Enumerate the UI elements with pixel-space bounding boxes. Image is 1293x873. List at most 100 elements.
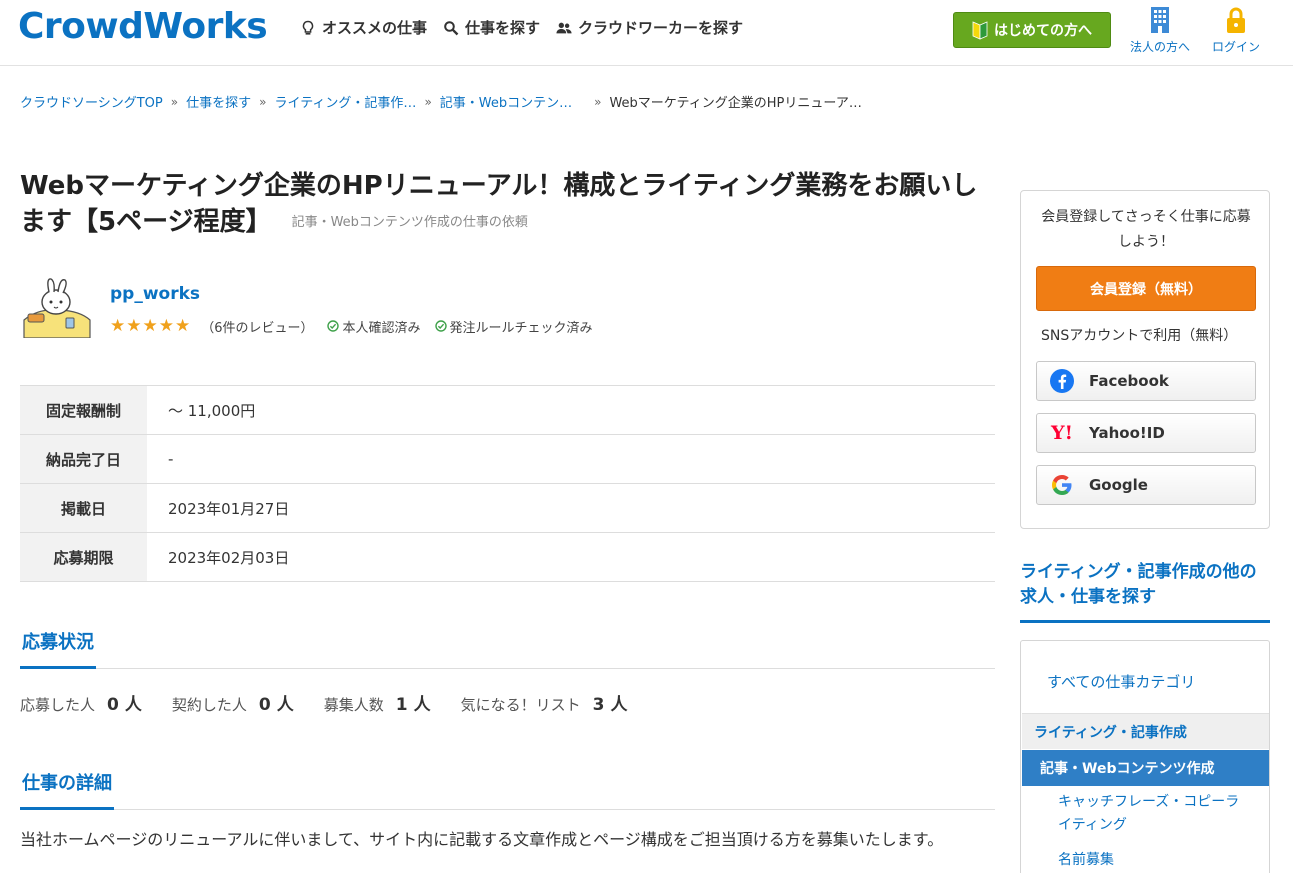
breadcrumb-separator: » <box>259 94 267 109</box>
stat-unit: 人 <box>276 695 294 715</box>
login-link[interactable]: ログイン <box>1212 6 1260 55</box>
site-header: CrowdWorks オススメの仕事 仕事を探す クラウドワーカーを探す はじめ… <box>0 0 1293 66</box>
verified-label: 本人確認済み <box>342 320 421 336</box>
info-label: 応募期限 <box>20 533 147 581</box>
info-value: 〜 11,000円 <box>168 401 256 420</box>
nav-find-workers[interactable]: クラウドワーカーを探す <box>556 17 743 38</box>
stat-watchlist: 気になる！リスト 3 人 <box>461 690 628 715</box>
sns-text: SNSアカウントで利用（無料） <box>1041 328 1238 344</box>
rating-stars: ★★★★★ <box>110 316 192 336</box>
first-time-button[interactable]: はじめての方へ <box>953 12 1111 48</box>
breadcrumb: クラウドソーシングTOP » 仕事を探す » ライティング・記事作… » 記事・… <box>20 92 862 112</box>
stat-unit: 人 <box>610 695 628 715</box>
search-icon <box>444 20 459 35</box>
nav-recommended-jobs[interactable]: オススメの仕事 <box>300 17 427 38</box>
register-button[interactable]: 会員登録（無料） <box>1036 266 1256 311</box>
users-icon <box>556 22 572 33</box>
identity-verified-badge: 本人確認済み <box>327 317 421 336</box>
category-web-content-active[interactable]: 記事・Webコンテンツ作成 <box>1022 750 1269 786</box>
stat-unit: 人 <box>124 695 142 715</box>
job-info-table: 固定報酬制 〜 11,000円 納品完了日 - 掲載日 2023年01月27日 … <box>20 385 995 582</box>
rule-check-label: 発注ルールチェック済み <box>449 320 593 336</box>
job-title: Webマーケティング企業のHPリニューアル！構成とライティング業務をお願いします… <box>20 168 1000 241</box>
client-avatar[interactable] <box>20 278 92 338</box>
table-row: 応募期限 2023年02月03日 <box>20 533 995 582</box>
detail-heading: 仕事の詳細 <box>20 769 114 810</box>
stat-applied: 応募した人 0 人 <box>20 690 142 715</box>
facebook-icon <box>1049 368 1075 394</box>
breadcrumb-current: Webマーケティング企業のHPリニューア… <box>609 96 862 111</box>
nav-find-jobs[interactable]: 仕事を探す <box>443 17 540 38</box>
job-category[interactable]: 記事・Webコンテンツ作成の仕事の依頼 <box>292 215 528 230</box>
stat-value: 0 <box>258 695 271 715</box>
info-label: 掲載日 <box>20 484 147 532</box>
nav-label: クラウドワーカーを探す <box>578 19 744 37</box>
nav-label: オススメの仕事 <box>322 19 428 37</box>
detail-section-heading: 仕事の詳細 <box>20 769 995 810</box>
stat-contracted: 契約した人 0 人 <box>172 690 294 715</box>
sns-label: Yahoo!ID <box>1089 424 1165 442</box>
info-value: 2023年02月03日 <box>168 548 290 567</box>
category-menu: すべての仕事カテゴリ ライティング・記事作成 記事・Webコンテンツ作成 キャッ… <box>1020 640 1270 873</box>
table-row: 納品完了日 - <box>20 435 995 484</box>
stat-label: 応募した人 <box>20 696 96 714</box>
breadcrumb-find-jobs[interactable]: 仕事を探す <box>186 92 251 111</box>
lock-icon <box>1227 7 1245 33</box>
nav-label: 仕事を探す <box>465 19 541 37</box>
info-value: - <box>168 450 174 468</box>
stat-recruiting: 募集人数 1 人 <box>324 690 431 715</box>
first-time-label: はじめての方へ <box>994 23 1092 39</box>
breadcrumb-writing[interactable]: ライティング・記事作… <box>274 92 416 111</box>
client-name[interactable]: pp_works <box>110 284 200 304</box>
corporate-label: 法人の方へ <box>1130 40 1191 54</box>
category-naming[interactable]: 名前募集 <box>1058 849 1248 872</box>
breadcrumb-separator: » <box>424 94 432 109</box>
signup-message: 会員登録してさっそく仕事に応募しよう！ <box>1041 209 1251 250</box>
facebook-login-button[interactable]: Facebook <box>1036 361 1256 401</box>
job-description: 当社ホームページのリニューアルに伴いまして、サイト内に記載する文章作成とページ構… <box>20 830 944 849</box>
breadcrumb-top[interactable]: クラウドソーシングTOP <box>20 92 163 111</box>
yahoo-login-button[interactable]: Y! Yahoo!ID <box>1036 413 1256 453</box>
breadcrumb-separator: » <box>170 94 179 109</box>
login-label: ログイン <box>1212 40 1261 54</box>
sns-label: Google <box>1089 476 1148 494</box>
building-icon <box>1151 7 1169 33</box>
sns-label: Facebook <box>1089 372 1169 390</box>
application-stats: 応募した人 0 人 契約した人 0 人 募集人数 1 人 気になる！リスト 3 … <box>20 690 657 715</box>
info-label: 固定報酬制 <box>20 386 147 434</box>
corporate-link[interactable]: 法人の方へ <box>1130 6 1190 55</box>
info-label: 納品完了日 <box>20 435 147 483</box>
category-all-link[interactable]: すべての仕事カテゴリ <box>1047 671 1195 692</box>
category-writing[interactable]: ライティング・記事作成 <box>1022 713 1269 749</box>
stat-label: 気になる！リスト <box>460 696 581 714</box>
breadcrumb-web-content[interactable]: 記事・Webコンテン… <box>440 92 572 111</box>
check-circle-icon <box>434 320 447 332</box>
stat-unit: 人 <box>413 695 431 715</box>
status-heading: 応募状況 <box>20 628 96 669</box>
review-count-link[interactable]: （6件のレビュー） <box>201 317 313 336</box>
check-circle-icon <box>327 320 340 332</box>
breadcrumb-separator: » <box>594 94 602 109</box>
client-meta: ★★★★★ （6件のレビュー） 本人確認済み 発注ルールチェック済み <box>110 316 593 336</box>
stat-value: 0 <box>107 695 119 715</box>
lightbulb-icon <box>302 20 314 35</box>
table-row: 固定報酬制 〜 11,000円 <box>20 386 995 435</box>
google-login-button[interactable]: Google <box>1036 465 1256 505</box>
stat-label: 契約した人 <box>171 696 247 714</box>
related-category-heading: ライティング・記事作成の他の求人・仕事を探す <box>1020 560 1270 623</box>
yahoo-icon: Y! <box>1051 422 1073 444</box>
rule-check-badge: 発注ルールチェック済み <box>434 317 593 336</box>
stat-value: 1 <box>395 695 408 715</box>
category-catchphrase[interactable]: キャッチフレーズ・コピーライティング <box>1058 791 1248 837</box>
stat-label: 募集人数 <box>323 696 384 714</box>
table-row: 掲載日 2023年01月27日 <box>20 484 995 533</box>
crowdworks-logo[interactable]: CrowdWorks <box>18 6 268 47</box>
info-value: 2023年01月27日 <box>168 499 290 518</box>
signup-text: 会員登録してさっそく仕事に応募しよう！ <box>1021 205 1271 255</box>
signup-box: 会員登録してさっそく仕事に応募しよう！ 会員登録（無料） SNSアカウントで利用… <box>1020 190 1270 529</box>
status-section-heading: 応募状況 <box>20 628 995 669</box>
google-icon <box>1049 472 1075 498</box>
main-nav: オススメの仕事 仕事を探す クラウドワーカーを探す <box>300 17 743 38</box>
stat-value: 3 <box>592 695 605 715</box>
beginner-mark-icon <box>972 21 988 40</box>
